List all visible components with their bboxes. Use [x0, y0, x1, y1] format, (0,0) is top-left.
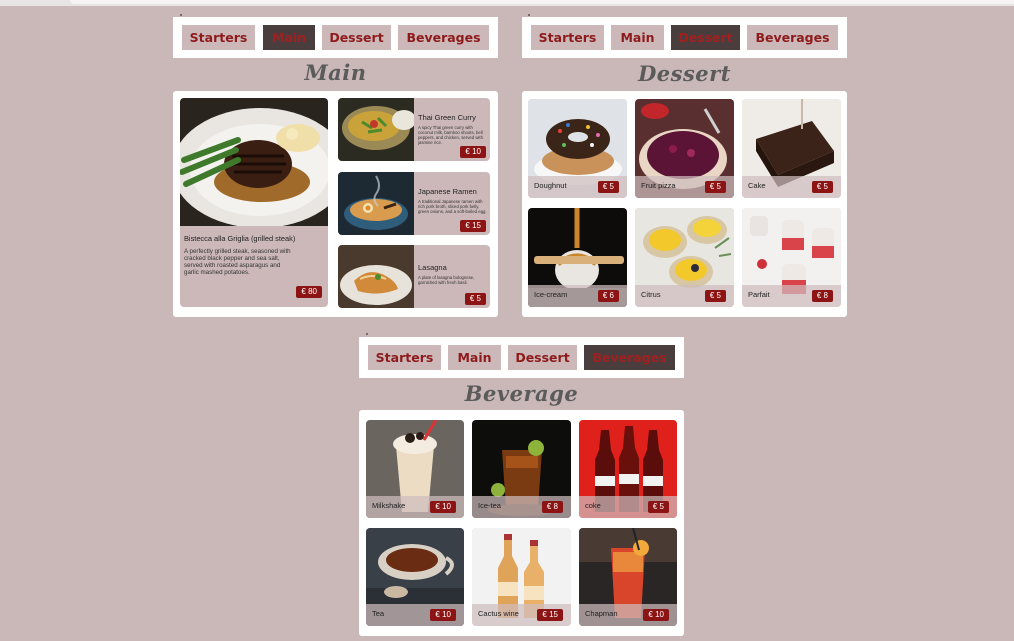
tab-main[interactable]: Main — [263, 25, 315, 50]
dessert-name: Citrus — [641, 290, 661, 299]
dessert-name-overlay: Doughnut € 5 — [528, 176, 627, 198]
dish-name: Lasagna — [418, 263, 447, 272]
dessert-name-overlay: Citrus € 5 — [635, 285, 734, 307]
tab-dessert[interactable]: Dessert — [322, 25, 391, 50]
dessert-tab-bar: Starters Main Dessert Beverages — [522, 17, 847, 58]
tab-beverages[interactable]: Beverages — [398, 25, 489, 50]
featured-dish-name: Bistecca alla Griglia (grilled steak) — [184, 234, 296, 243]
dish-description: A spicy Thai green curry with coconut mi… — [418, 125, 483, 145]
beverage-card[interactable]: Cactus wine € 15 — [472, 528, 571, 626]
lasagna-photo — [338, 245, 414, 308]
dessert-name-overlay: Ice-cream € 6 — [528, 285, 627, 307]
beverage-name-overlay: Ice-tea € 8 — [472, 496, 571, 518]
beverage-name: Ice-tea — [478, 501, 501, 510]
beverage-name: Cactus wine — [478, 609, 519, 618]
beverage-name: Chapman — [585, 609, 618, 618]
dish-name: Japanese Ramen — [418, 187, 477, 196]
beverage-card[interactable]: Ice-tea € 8 — [472, 420, 571, 518]
dish-price: € 15 — [460, 220, 486, 232]
dessert-card[interactable]: Fruit pizza € 5 — [635, 99, 734, 198]
beverage-name-overlay: Chapman € 10 — [579, 604, 677, 626]
tab-main[interactable]: Main — [448, 345, 501, 370]
beverage-price: € 5 — [647, 501, 669, 513]
dessert-price: € 6 — [597, 290, 619, 302]
dish-description: A traditional Japanese ramen with rich p… — [418, 199, 487, 214]
dessert-price: € 5 — [597, 181, 619, 193]
dish-name: Thai Green Curry — [418, 113, 476, 122]
marker-dot — [180, 14, 182, 16]
tab-starters[interactable]: Starters — [368, 345, 441, 370]
section-heading-beverage: Beverage — [464, 381, 579, 406]
beverage-name-overlay: Tea € 10 — [366, 604, 464, 626]
beverage-card[interactable]: coke € 5 — [579, 420, 677, 518]
dessert-price: € 8 — [811, 290, 833, 302]
dish-card[interactable]: Japanese Ramen A traditional Japanese ra… — [338, 172, 490, 235]
section-heading-dessert: Dessert — [638, 61, 731, 86]
beverage-name: coke — [585, 501, 601, 510]
beverage-price: € 10 — [643, 609, 669, 621]
beverage-name-overlay: coke € 5 — [579, 496, 677, 518]
dessert-price: € 5 — [704, 290, 726, 302]
tab-dessert[interactable]: Dessert — [671, 25, 740, 50]
tab-beverages[interactable]: Beverages — [747, 25, 838, 50]
ramen-photo — [338, 172, 414, 235]
dish-card[interactable]: Thai Green Curry A spicy Thai green curr… — [338, 98, 490, 161]
dessert-card[interactable]: Cake € 5 — [742, 99, 841, 198]
beverage-price: € 10 — [430, 609, 456, 621]
beverage-name: Tea — [372, 609, 385, 618]
dessert-name: Fruit pizza — [641, 181, 676, 190]
dish-card[interactable]: Lasagna A plate of lasagna bolognese, ga… — [338, 245, 490, 308]
dish-price: € 10 — [460, 146, 486, 158]
steak-photo — [180, 98, 328, 226]
dessert-price: € 5 — [811, 181, 833, 193]
beverage-name-overlay: Cactus wine € 15 — [472, 604, 571, 626]
main-menu-panel: Bistecca alla Griglia (grilled steak) A … — [173, 91, 498, 317]
tab-dessert[interactable]: Dessert — [508, 345, 577, 370]
dessert-name-overlay: Parfait € 8 — [742, 285, 841, 307]
dessert-card[interactable]: Doughnut € 5 — [528, 99, 627, 198]
dessert-card[interactable]: Ice-cream € 6 — [528, 208, 627, 307]
dessert-name: Doughnut — [534, 181, 567, 190]
beverage-tab-bar: Starters Main Dessert Beverages — [359, 337, 684, 378]
top-strip-edge — [70, 0, 1014, 4]
dish-price: € 5 — [464, 293, 486, 305]
dessert-menu-panel: Doughnut € 5 Fruit pizza € 5 Cake € 5 Ic… — [522, 91, 847, 317]
dessert-name-overlay: Cake € 5 — [742, 176, 841, 198]
main-tab-bar: Starters Main Dessert Beverages — [173, 17, 498, 58]
tab-main[interactable]: Main — [611, 25, 664, 50]
thai-curry-photo — [338, 98, 414, 161]
beverage-price: € 8 — [541, 501, 563, 513]
beverage-name: Milkshake — [372, 501, 406, 510]
beverage-price: € 15 — [537, 609, 563, 621]
featured-dish-card[interactable]: Bistecca alla Griglia (grilled steak) A … — [180, 98, 328, 307]
dessert-name: Parfait — [748, 290, 770, 299]
browser-top-strip — [0, 0, 1014, 6]
section-heading-main: Main — [304, 60, 367, 85]
beverage-card[interactable]: Milkshake € 10 — [366, 420, 464, 518]
tab-starters[interactable]: Starters — [182, 25, 255, 50]
beverage-card[interactable]: Chapman € 10 — [579, 528, 677, 626]
dessert-card[interactable]: Parfait € 8 — [742, 208, 841, 307]
tab-starters[interactable]: Starters — [531, 25, 604, 50]
beverage-name-overlay: Milkshake € 10 — [366, 496, 464, 518]
dessert-name-overlay: Fruit pizza € 5 — [635, 176, 734, 198]
dessert-name: Cake — [748, 181, 766, 190]
marker-dot — [366, 333, 368, 335]
beverage-card[interactable]: Tea € 10 — [366, 528, 464, 626]
dessert-name: Ice-cream — [534, 290, 568, 299]
dessert-price: € 5 — [704, 181, 726, 193]
beverage-price: € 10 — [430, 501, 456, 513]
featured-dish-price: € 80 — [296, 286, 322, 298]
tab-beverages[interactable]: Beverages — [584, 345, 675, 370]
featured-dish-description: A perfectly grilled steak, seasoned with… — [184, 248, 291, 276]
dish-description: A plate of lasagna bolognese, garnished … — [418, 275, 475, 285]
dessert-card[interactable]: Citrus € 5 — [635, 208, 734, 307]
marker-dot — [528, 14, 530, 16]
beverage-menu-panel: Milkshake € 10 Ice-tea € 8 coke € 5 Tea … — [359, 410, 684, 636]
